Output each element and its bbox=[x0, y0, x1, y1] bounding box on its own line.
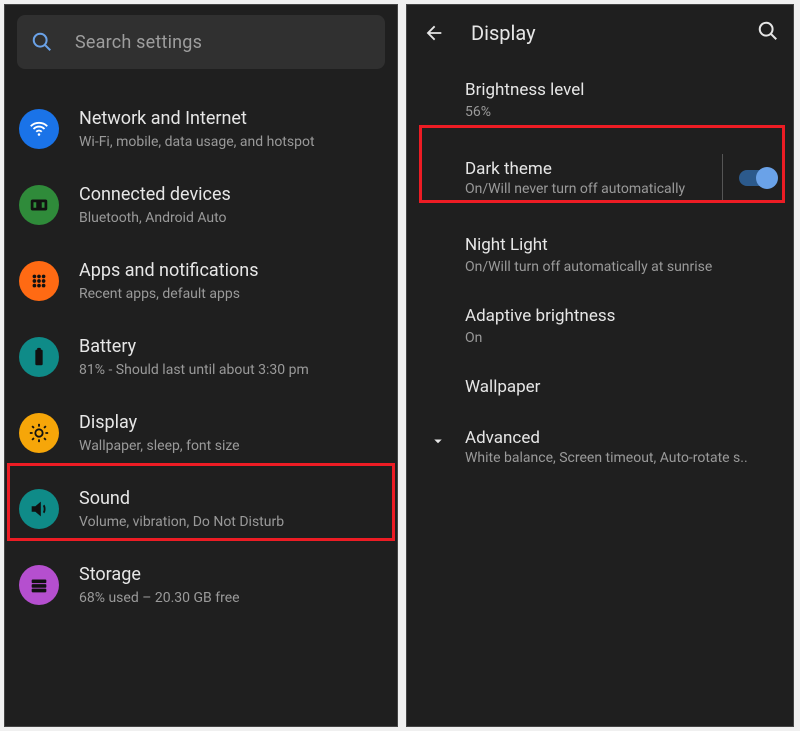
battery-icon bbox=[19, 337, 59, 377]
header: Display bbox=[407, 5, 793, 61]
option-night-light[interactable]: Night Light On/Will turn off automatical… bbox=[407, 220, 793, 291]
settings-item-connected[interactable]: Connected devices Bluetooth, Android Aut… bbox=[5, 167, 397, 243]
settings-main-screen: Search settings Network and Internet Wi-… bbox=[4, 4, 398, 727]
settings-item-subtitle: Wallpaper, sleep, font size bbox=[79, 437, 240, 455]
settings-item-subtitle: Bluetooth, Android Auto bbox=[79, 209, 231, 227]
option-subtitle: On bbox=[465, 329, 773, 348]
chevron-down-icon bbox=[425, 428, 451, 450]
option-title: Dark theme bbox=[465, 159, 706, 179]
sound-icon bbox=[19, 489, 59, 529]
brightness-icon bbox=[19, 413, 59, 453]
page-title: Display bbox=[471, 21, 757, 45]
search-settings-field[interactable]: Search settings bbox=[17, 15, 385, 69]
settings-item-subtitle: 81% - Should last until about 3:30 pm bbox=[79, 361, 309, 379]
settings-item-subtitle: Volume, vibration, Do Not Disturb bbox=[79, 513, 284, 531]
search-icon bbox=[31, 31, 53, 53]
option-title: Adaptive brightness bbox=[465, 305, 773, 327]
storage-icon bbox=[19, 565, 59, 605]
settings-item-apps[interactable]: Apps and notifications Recent apps, defa… bbox=[5, 243, 397, 319]
option-brightness-level[interactable]: Brightness level 56% bbox=[407, 65, 793, 136]
settings-item-title: Apps and notifications bbox=[79, 259, 258, 283]
option-subtitle: 56% bbox=[465, 103, 773, 122]
settings-item-subtitle: Recent apps, default apps bbox=[79, 285, 258, 303]
back-button[interactable] bbox=[421, 20, 447, 46]
wifi-icon bbox=[19, 109, 59, 149]
option-title: Wallpaper bbox=[465, 376, 773, 398]
settings-item-subtitle: Wi-Fi, mobile, data usage, and hotspot bbox=[79, 133, 315, 151]
devices-icon bbox=[19, 185, 59, 225]
settings-item-title: Sound bbox=[79, 487, 284, 511]
settings-item-title: Storage bbox=[79, 563, 240, 587]
display-settings-screen: Display Brightness level 56% Dark theme … bbox=[406, 4, 794, 727]
settings-item-title: Display bbox=[79, 411, 240, 435]
dark-theme-toggle[interactable] bbox=[739, 170, 775, 186]
settings-item-subtitle: 68% used – 20.30 GB free bbox=[79, 589, 240, 607]
option-subtitle: On/Will never turn off automatically bbox=[465, 181, 706, 197]
settings-item-storage[interactable]: Storage 68% used – 20.30 GB free bbox=[5, 547, 397, 623]
option-title: Night Light bbox=[465, 234, 773, 256]
settings-item-title: Network and Internet bbox=[79, 107, 315, 131]
back-arrow-icon bbox=[423, 22, 445, 44]
option-wallpaper[interactable]: Wallpaper bbox=[407, 362, 793, 412]
settings-item-title: Connected devices bbox=[79, 183, 231, 207]
option-subtitle: White balance, Screen timeout, Auto-rota… bbox=[465, 450, 748, 466]
settings-list: Network and Internet Wi-Fi, mobile, data… bbox=[5, 77, 397, 623]
search-button[interactable] bbox=[757, 20, 779, 46]
option-advanced[interactable]: Advanced White balance, Screen timeout, … bbox=[407, 412, 793, 482]
option-title: Advanced bbox=[465, 428, 748, 448]
option-adaptive-brightness[interactable]: Adaptive brightness On bbox=[407, 291, 793, 362]
search-icon bbox=[757, 20, 779, 42]
settings-item-display[interactable]: Display Wallpaper, sleep, font size bbox=[5, 395, 397, 471]
settings-item-battery[interactable]: Battery 81% - Should last until about 3:… bbox=[5, 319, 397, 395]
option-title: Brightness level bbox=[465, 79, 773, 101]
apps-icon bbox=[19, 261, 59, 301]
option-subtitle: On/Will turn off automatically at sunris… bbox=[465, 258, 773, 277]
settings-item-sound[interactable]: Sound Volume, vibration, Do Not Disturb bbox=[5, 471, 397, 547]
search-placeholder: Search settings bbox=[75, 32, 202, 53]
divider bbox=[722, 154, 723, 202]
settings-item-network[interactable]: Network and Internet Wi-Fi, mobile, data… bbox=[5, 91, 397, 167]
option-dark-theme[interactable]: Dark theme On/Will never turn off automa… bbox=[407, 136, 793, 220]
display-options-list: Brightness level 56% Dark theme On/Will … bbox=[407, 61, 793, 482]
settings-item-title: Battery bbox=[79, 335, 309, 359]
